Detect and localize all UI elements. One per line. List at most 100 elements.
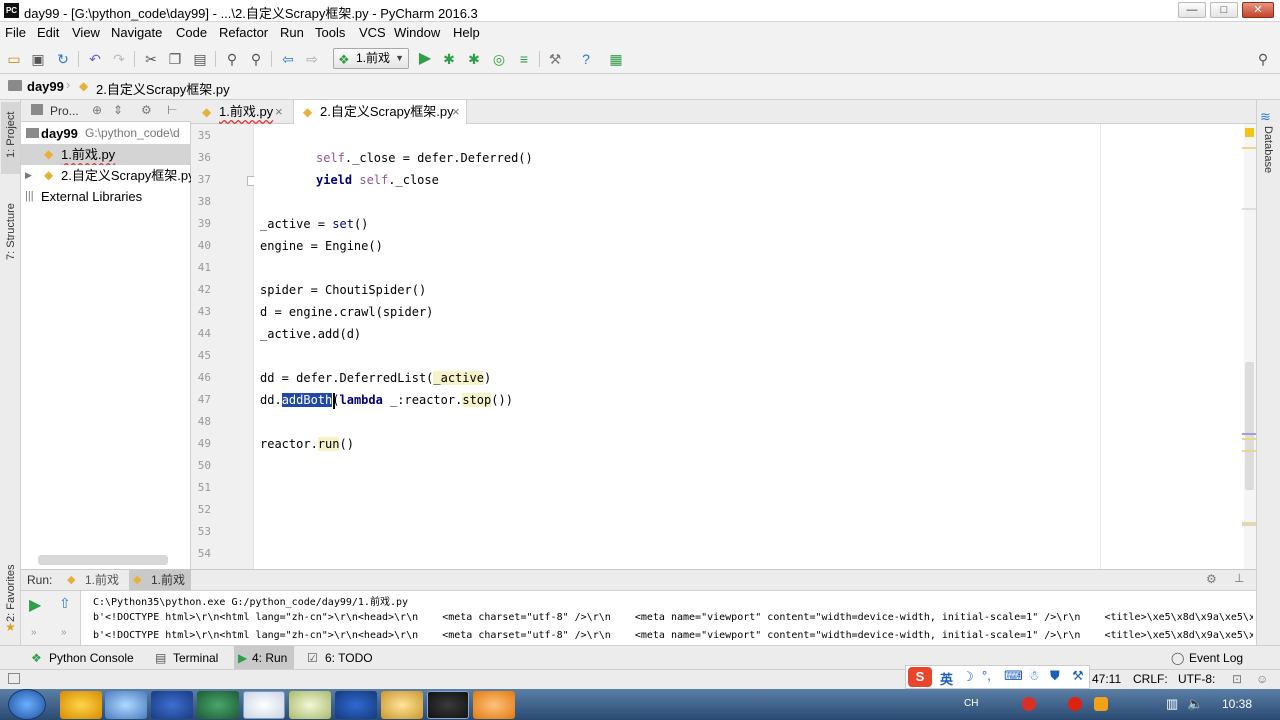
- back-icon[interactable]: ⇦: [279, 50, 297, 68]
- menu-tools[interactable]: Tools: [315, 25, 345, 40]
- menu-window[interactable]: Window: [394, 25, 440, 40]
- profile-icon[interactable]: ◎: [490, 50, 508, 68]
- search-everywhere-icon[interactable]: ⚲: [1254, 50, 1272, 68]
- tree-file[interactable]: ▶ ◆ 2.自定义Scrapy框架.py: [21, 165, 191, 186]
- lock-icon[interactable]: ⊡: [1232, 672, 1242, 686]
- run-tab[interactable]: ◆ 1.前戏: [63, 570, 127, 590]
- coverage-icon[interactable]: ✱: [465, 50, 483, 68]
- tray-icon[interactable]: [1068, 697, 1082, 711]
- scroll-up-icon[interactable]: ⇧: [59, 595, 71, 612]
- explorer-icon[interactable]: [381, 691, 423, 719]
- breadcrumb-project[interactable]: day99: [27, 79, 64, 94]
- hide-panel-icon[interactable]: ⊥: [1234, 571, 1244, 585]
- notepad-icon[interactable]: [289, 691, 331, 719]
- taskbar-app-icon[interactable]: [60, 691, 102, 719]
- settings-icon[interactable]: ⚒: [546, 50, 564, 68]
- horizontal-scrollbar[interactable]: [38, 555, 168, 565]
- wrench-icon[interactable]: ⚒: [1072, 668, 1084, 684]
- menu-help[interactable]: Help: [453, 25, 480, 40]
- event-log-tab[interactable]: ◯ Event Log: [1171, 646, 1243, 670]
- forward-icon[interactable]: ⇨: [303, 50, 321, 68]
- python-console-tab[interactable]: ❖ Python Console: [31, 646, 134, 670]
- close-icon[interactable]: ×: [275, 100, 283, 124]
- menu-vcs[interactable]: VCS: [359, 25, 386, 40]
- language-indicator[interactable]: CH: [964, 698, 978, 709]
- project-tool-label[interactable]: 1: Project: [5, 112, 17, 158]
- scroll-thumb[interactable]: [1245, 362, 1254, 490]
- project-view-selector[interactable]: Pro...: [50, 104, 79, 118]
- favorites-tool-label[interactable]: 2: Favorites: [5, 565, 17, 622]
- tree-file-selected[interactable]: ◆ 1.前戏.py: [21, 144, 191, 165]
- collapse-icon[interactable]: ⇕: [113, 103, 123, 117]
- gear-icon[interactable]: ⚙: [141, 103, 152, 117]
- chrome-icon[interactable]: [243, 691, 285, 719]
- clock[interactable]: 10:38: [1222, 697, 1252, 711]
- taskbar-app-icon[interactable]: [197, 691, 239, 719]
- tree-external-libraries[interactable]: ||| External Libraries: [21, 186, 191, 207]
- debug-icon[interactable]: ✱: [440, 50, 458, 68]
- todo-tab[interactable]: ☑ 6: TODO: [307, 646, 373, 670]
- undo-icon[interactable]: ↶: [86, 50, 104, 68]
- punctuation-icon[interactable]: °,: [982, 668, 991, 683]
- tray-icon[interactable]: [1094, 697, 1108, 711]
- concurrency-icon[interactable]: ≡: [515, 50, 533, 68]
- taskbar-app-icon[interactable]: [473, 691, 515, 719]
- volume-icon[interactable]: 🔈: [1187, 696, 1203, 712]
- taskbar-app-icon[interactable]: [105, 691, 147, 719]
- menu-navigate[interactable]: Navigate: [111, 25, 162, 40]
- menu-view[interactable]: View: [72, 25, 100, 40]
- run-tool-tab[interactable]: ▶ 4: Run: [234, 646, 294, 670]
- expand-arrow-icon[interactable]: ▶: [25, 165, 32, 186]
- help-icon[interactable]: ?: [577, 50, 595, 68]
- user-icon[interactable]: ☃: [1028, 668, 1040, 684]
- sdk-icon[interactable]: ▦: [607, 50, 625, 68]
- run-tab-active[interactable]: ◆ 1.前戏: [129, 570, 191, 590]
- tool-window-toggle-icon[interactable]: [8, 673, 20, 684]
- replace-icon[interactable]: ⚲: [247, 50, 265, 68]
- paste-icon[interactable]: ▤: [191, 50, 209, 68]
- sync-icon[interactable]: ↻: [54, 50, 72, 68]
- pycharm-taskbar-icon[interactable]: [427, 691, 469, 719]
- open-folder-icon[interactable]: ▭: [5, 50, 23, 68]
- cut-icon[interactable]: ✂: [142, 50, 160, 68]
- menu-refactor[interactable]: Refactor: [219, 25, 268, 40]
- tray-icon[interactable]: [1022, 697, 1036, 711]
- redo-icon[interactable]: ↷: [110, 50, 128, 68]
- editor-scrollbar[interactable]: [1244, 124, 1256, 569]
- copy-icon[interactable]: ❐: [166, 50, 184, 68]
- sogou-logo-icon[interactable]: S: [908, 667, 932, 687]
- taskbar-save-icon[interactable]: [151, 691, 193, 719]
- code-editor[interactable]: self._close = defer.Deferred() yield sel…: [254, 124, 1244, 569]
- inspector-icon[interactable]: ☺: [1256, 672, 1268, 686]
- line-separator[interactable]: CRLF:: [1133, 672, 1168, 686]
- shirt-icon[interactable]: ⛊: [1050, 668, 1060, 684]
- locate-icon[interactable]: ⊕: [92, 103, 102, 117]
- caret-position[interactable]: 47:11: [1092, 672, 1121, 686]
- more-icon[interactable]: »: [61, 627, 67, 638]
- menu-edit[interactable]: Edit: [37, 25, 59, 40]
- rerun-icon[interactable]: ▶: [29, 595, 41, 615]
- terminal-tab[interactable]: ▤ Terminal: [155, 646, 218, 670]
- moon-icon[interactable]: ☽: [962, 669, 974, 685]
- save-icon[interactable]: ▣: [29, 50, 47, 68]
- gear-icon[interactable]: ⚙: [1206, 572, 1217, 586]
- menu-code[interactable]: Code: [176, 25, 207, 40]
- ime-mode[interactable]: 英: [940, 669, 953, 688]
- windows-start-icon[interactable]: [8, 689, 46, 720]
- hide-panel-icon[interactable]: ⊢: [167, 103, 177, 117]
- file-encoding[interactable]: UTF-8:: [1178, 672, 1215, 686]
- more-icon[interactable]: »: [31, 627, 37, 638]
- network-icon[interactable]: ▥: [1166, 696, 1178, 712]
- inspection-status-icon[interactable]: [1245, 128, 1254, 137]
- close-window-button[interactable]: ✕: [1242, 2, 1274, 18]
- word-icon[interactable]: [335, 691, 377, 719]
- menu-run[interactable]: Run: [280, 25, 304, 40]
- breadcrumb-file[interactable]: 2.自定义Scrapy框架.py: [96, 79, 230, 98]
- keyboard-icon[interactable]: ⌨: [1004, 668, 1023, 684]
- find-icon[interactable]: ⚲: [223, 50, 241, 68]
- menu-file[interactable]: File: [5, 25, 26, 40]
- minimize-button[interactable]: —: [1178, 2, 1206, 18]
- tab-file-1[interactable]: ◆ 1.前戏.py ×: [193, 100, 291, 124]
- run-console[interactable]: C:\Python35\python.exe G:/python_code/da…: [81, 591, 1256, 645]
- close-icon[interactable]: ×: [452, 100, 460, 124]
